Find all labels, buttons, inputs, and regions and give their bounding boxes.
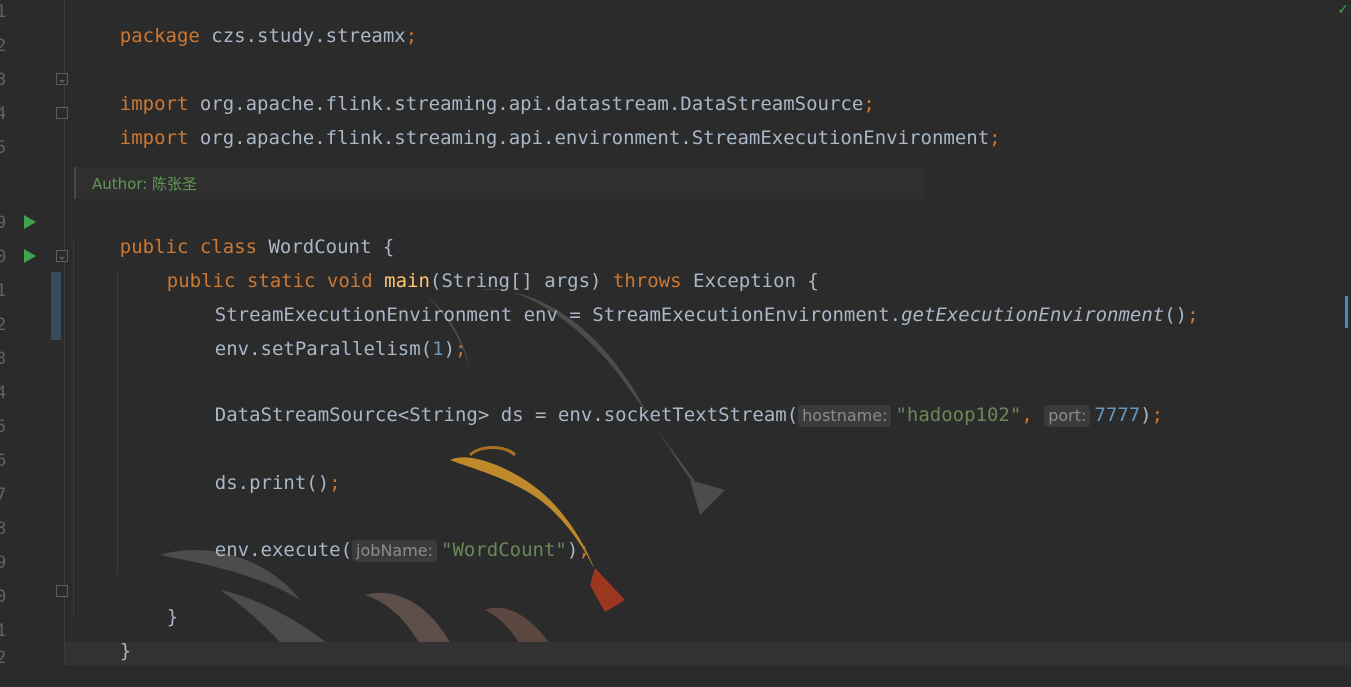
param-hint-jobname: jobName:	[352, 540, 438, 562]
line-number: 1	[0, 621, 7, 641]
line-number: 4	[0, 383, 7, 403]
line-number: 9	[0, 213, 7, 233]
run-main-icon[interactable]	[24, 249, 36, 263]
line-number: 3	[0, 349, 7, 369]
line-number: 4	[0, 104, 7, 124]
line-number: 9	[0, 553, 7, 573]
line-number: 1	[0, 2, 7, 22]
line-number: 6	[0, 451, 7, 471]
code-editor[interactable]: package czs.study.streamx; import org.ap…	[64, 0, 1351, 665]
line-number: 5	[0, 138, 7, 158]
line-number: 0	[0, 587, 7, 607]
vcs-change-marker[interactable]	[51, 272, 61, 340]
code-line-source: DataStreamSource<String> ds = env.socket…	[214, 404, 1164, 427]
line-number: 5	[0, 417, 7, 437]
code-line-4: import org.apache.flink.streaming.api.en…	[119, 127, 1001, 149]
inspection-ok-icon[interactable]: ✓	[1337, 2, 1349, 18]
code-line-execute: env.execute(jobName: "WordCount");	[214, 539, 590, 562]
line-number: 1	[0, 281, 7, 301]
scrollbar-marker[interactable]	[1345, 296, 1348, 328]
line-number: 2	[0, 648, 7, 668]
line-number: 2	[0, 315, 7, 335]
line-number: 2	[0, 36, 7, 56]
param-hint-port: port:	[1044, 405, 1091, 427]
line-number: 3	[0, 70, 7, 90]
param-hint-hostname: hostname:	[798, 405, 892, 427]
run-class-icon[interactable]	[24, 215, 36, 229]
line-number: 7	[0, 485, 7, 505]
line-number: 0	[0, 247, 7, 267]
code-line-close-class: }	[119, 640, 132, 662]
line-number: 8	[0, 519, 7, 539]
code-line-print: ds.print();	[214, 472, 341, 494]
code-line-parallelism: env.setParallelism(1);	[214, 338, 467, 360]
code-line-1: package czs.study.streamx;	[119, 25, 418, 47]
